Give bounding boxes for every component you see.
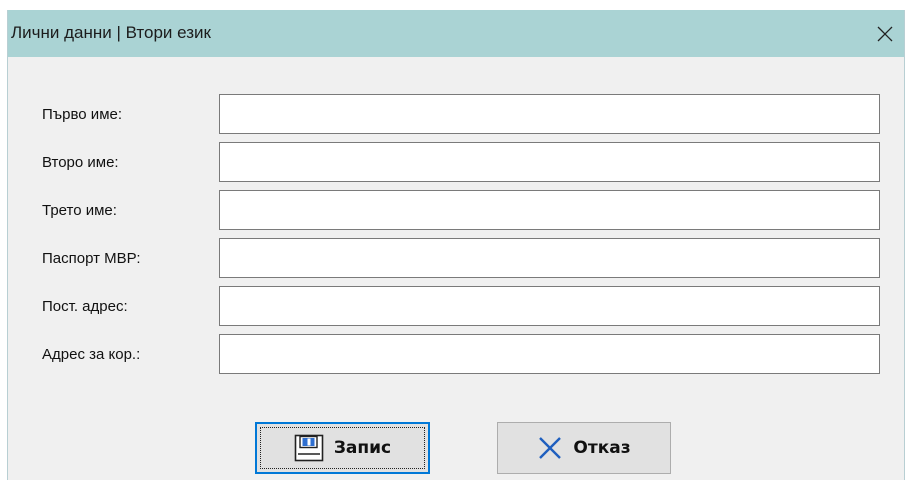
cancel-button[interactable]: Отказ — [497, 422, 671, 474]
first-name-label: Първо име: — [42, 106, 123, 123]
first-name-field[interactable] — [219, 94, 880, 134]
form-row-passport: Паспорт МВР: — [8, 238, 904, 278]
third-name-field[interactable] — [219, 190, 880, 230]
form-row-third-name: Трето име: — [8, 190, 904, 230]
form-row-permanent-address: Пост. адрес: — [8, 286, 904, 326]
permanent-address-label: Пост. адрес: — [42, 298, 128, 315]
save-button-label: Запис — [333, 438, 392, 458]
save-button[interactable]: Запис — [255, 422, 430, 474]
form-row-second-name: Второ име: — [8, 142, 904, 182]
form-row-first-name: Първо име: — [8, 94, 904, 134]
window-title: Лични данни | Втори език — [11, 23, 211, 42]
third-name-label: Трето име: — [42, 202, 117, 219]
passport-field[interactable] — [219, 238, 880, 278]
cancel-button-label: Отказ — [573, 438, 631, 458]
close-button[interactable] — [866, 10, 904, 57]
close-icon — [877, 26, 893, 42]
title-bar[interactable]: Лични данни | Втори език — [8, 10, 904, 57]
dialog-window: Лични данни | Втори език Първо име: Втор… — [7, 10, 905, 480]
correspondence-address-label: Адрес за кор.: — [42, 346, 141, 363]
second-name-field[interactable] — [219, 142, 880, 182]
correspondence-address-field[interactable] — [219, 334, 880, 374]
passport-label: Паспорт МВР: — [42, 250, 141, 267]
floppy-disk-icon — [294, 434, 324, 462]
second-name-label: Второ име: — [42, 154, 119, 171]
form-row-correspondence-address: Адрес за кор.: — [8, 334, 904, 374]
permanent-address-field[interactable] — [219, 286, 880, 326]
x-icon — [537, 435, 563, 461]
